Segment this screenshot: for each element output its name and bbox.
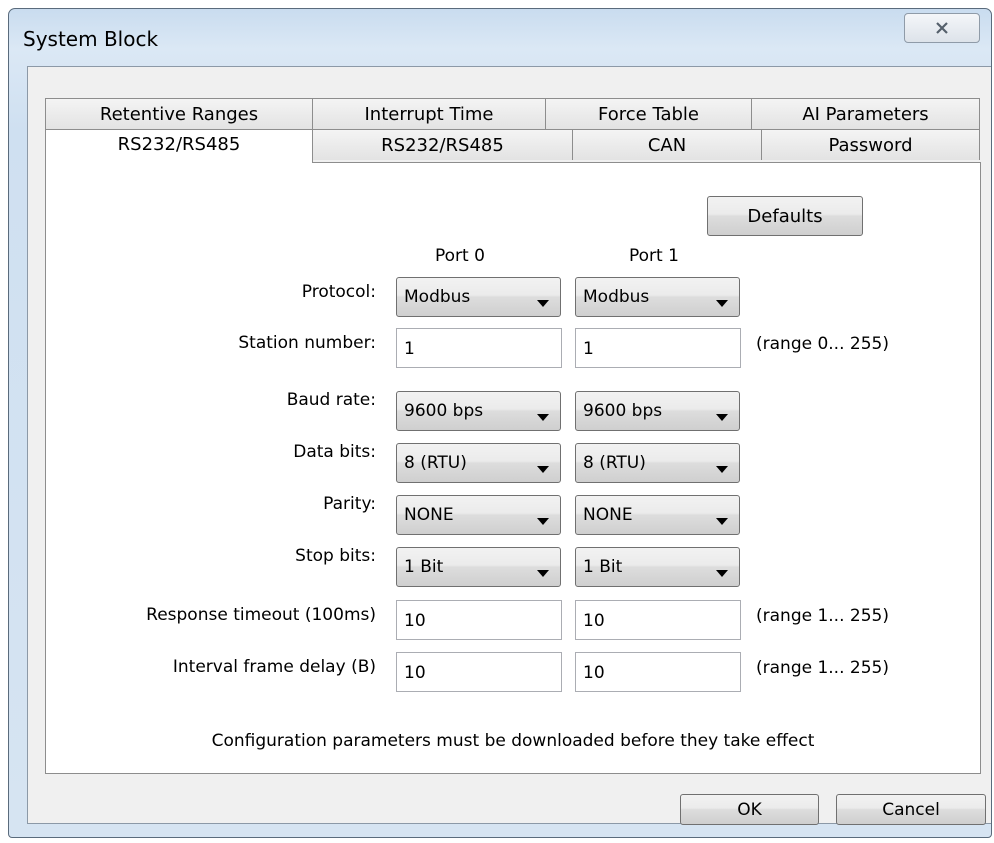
dialog-client-area: Retentive Ranges Interrupt Time Force Ta… <box>27 66 991 825</box>
window-title: System Block <box>23 27 159 51</box>
tab-can[interactable]: CAN <box>572 129 762 160</box>
port1-protocol-select[interactable]: Modbus <box>575 277 740 317</box>
port0-parity-select[interactable]: NONE <box>396 495 561 535</box>
port1-stop-bits-value: 1 Bit <box>583 557 623 577</box>
station-range-hint: (range 0... 255) <box>756 334 889 354</box>
tab-retentive-ranges[interactable]: Retentive Ranges <box>45 98 313 129</box>
station-number-label: Station number: <box>238 333 376 353</box>
protocol-label: Protocol: <box>301 282 376 302</box>
title-bar[interactable]: System Block <box>9 9 991 65</box>
baud-rate-label: Baud rate: <box>286 390 376 410</box>
ok-button[interactable]: OK <box>680 794 819 825</box>
close-icon <box>935 22 949 34</box>
tab-row-back: Retentive Ranges Interrupt Time Force Ta… <box>45 98 980 129</box>
interval-frame-delay-label: Interval frame delay (B) <box>172 657 376 677</box>
configuration-note: Configuration parameters must be downloa… <box>211 731 815 751</box>
port1-parity-value: NONE <box>583 505 633 525</box>
chevron-down-icon <box>537 563 549 583</box>
tab-ai-parameters[interactable]: AI Parameters <box>751 98 980 129</box>
port0-protocol-value: Modbus <box>404 287 471 307</box>
port1-stop-bits-select[interactable]: 1 Bit <box>575 547 740 587</box>
port1-baud-rate-select[interactable]: 9600 bps <box>575 391 740 431</box>
response-timeout-label: Response timeout (100ms) <box>146 605 376 625</box>
port0-interval-frame-delay-field[interactable]: 10 <box>396 652 562 692</box>
cancel-button[interactable]: Cancel <box>836 794 986 825</box>
chevron-down-icon <box>716 511 728 531</box>
parity-label: Parity: <box>323 494 376 514</box>
timeout-range-hint: (range 1... 255) <box>756 606 889 626</box>
tab-password[interactable]: Password <box>761 129 980 160</box>
defaults-button[interactable]: Defaults <box>707 196 863 236</box>
port0-data-bits-select[interactable]: 8 (RTU) <box>396 443 561 483</box>
rs232-rs485-panel: Defaults Port 0 Port 1 Protocol: Modbus … <box>45 162 981 774</box>
port0-baud-rate-value: 9600 bps <box>404 401 484 421</box>
chevron-down-icon <box>716 459 728 479</box>
port0-parity-value: NONE <box>404 505 454 525</box>
port0-header: Port 0 <box>435 246 485 266</box>
port0-data-bits-value: 8 (RTU) <box>404 453 467 473</box>
port1-header: Port 1 <box>629 246 679 266</box>
system-block-dialog: System Block Retentive Ranges Interrupt … <box>8 8 992 838</box>
port0-stop-bits-value: 1 Bit <box>404 557 444 577</box>
port1-protocol-value: Modbus <box>583 287 650 307</box>
port1-baud-rate-value: 9600 bps <box>583 401 663 421</box>
port1-data-bits-select[interactable]: 8 (RTU) <box>575 443 740 483</box>
port1-interval-frame-delay-field[interactable]: 10 <box>575 652 741 692</box>
chevron-down-icon <box>537 293 549 313</box>
port0-baud-rate-select[interactable]: 9600 bps <box>396 391 561 431</box>
tab-rs232-rs485[interactable]: RS232/RS485 <box>312 129 573 160</box>
chevron-down-icon <box>716 293 728 313</box>
port1-station-number-field[interactable]: 1 <box>575 328 741 368</box>
chevron-down-icon <box>537 407 549 427</box>
chevron-down-icon <box>716 563 728 583</box>
port0-station-number-field[interactable]: 1 <box>396 328 562 368</box>
tab-rs232-rs485-active[interactable]: RS232/RS485 <box>45 129 313 163</box>
chevron-down-icon <box>716 407 728 427</box>
port0-stop-bits-select[interactable]: 1 Bit <box>396 547 561 587</box>
chevron-down-icon <box>537 459 549 479</box>
chevron-down-icon <box>537 511 549 531</box>
port1-response-timeout-field[interactable]: 10 <box>575 600 741 640</box>
interval-range-hint: (range 1... 255) <box>756 658 889 678</box>
close-button[interactable] <box>904 13 980 43</box>
data-bits-label: Data bits: <box>293 442 376 462</box>
port0-response-timeout-field[interactable]: 10 <box>396 600 562 640</box>
stop-bits-label: Stop bits: <box>295 546 376 566</box>
tab-interrupt-time[interactable]: Interrupt Time <box>312 98 546 129</box>
tab-row-front: RS232/RS485 RS232/RS485 CAN Password <box>45 129 980 163</box>
port1-data-bits-value: 8 (RTU) <box>583 453 646 473</box>
port1-parity-select[interactable]: NONE <box>575 495 740 535</box>
port0-protocol-select[interactable]: Modbus <box>396 277 561 317</box>
tab-force-table[interactable]: Force Table <box>545 98 752 129</box>
